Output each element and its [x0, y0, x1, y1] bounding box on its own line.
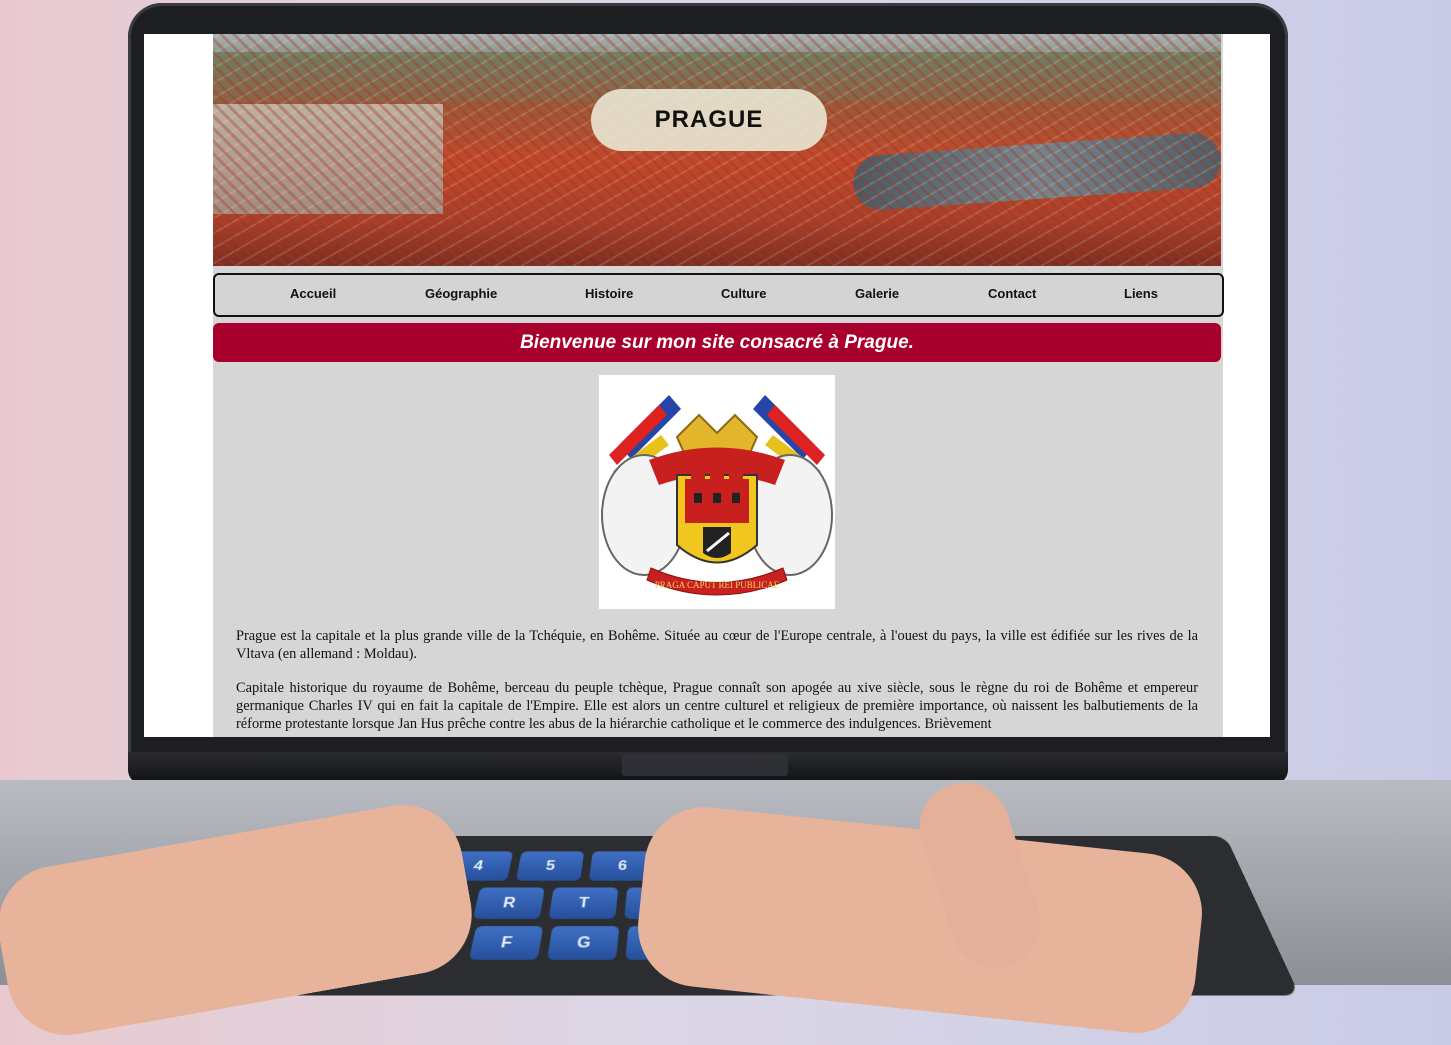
nav-geographie[interactable]: Géographie [425, 286, 497, 301]
prague-panorama-banner: PRAGUE [213, 34, 1221, 266]
laptop-hinge-strip [622, 754, 788, 776]
intro-paragraph-2: Capitale historique du royaume de Bohême… [236, 680, 1198, 732]
key-5[interactable]: 5 [515, 851, 585, 881]
prague-coat-of-arms: PRAGA CAPUT REI PUBLICAE [599, 375, 835, 609]
key-r[interactable]: R [472, 887, 545, 919]
web-page: PRAGUE Accueil Géographie Histoire Cultu… [213, 34, 1224, 737]
nav-galerie[interactable]: Galerie [855, 286, 899, 301]
main-nav: Accueil Géographie Histoire Culture Gale… [213, 273, 1224, 317]
nav-culture[interactable]: Culture [721, 286, 767, 301]
nav-histoire[interactable]: Histoire [585, 286, 633, 301]
nav-liens[interactable]: Liens [1124, 286, 1158, 301]
welcome-banner: Bienvenue sur mon site consacré à Prague… [213, 323, 1221, 362]
key-g[interactable]: G [547, 926, 620, 960]
site-title: PRAGUE [591, 89, 827, 151]
nav-contact[interactable]: Contact [988, 286, 1036, 301]
intro-paragraph-1: Prague est la capitale et la plus grande… [236, 628, 1198, 662]
key-f[interactable]: F [468, 926, 544, 960]
nav-accueil[interactable]: Accueil [290, 286, 336, 301]
key-t[interactable]: T [548, 887, 619, 919]
laptop-screen: PRAGUE Accueil Géographie Histoire Cultu… [144, 34, 1270, 737]
coat-motto: PRAGA CAPUT REI PUBLICAE [655, 580, 780, 590]
